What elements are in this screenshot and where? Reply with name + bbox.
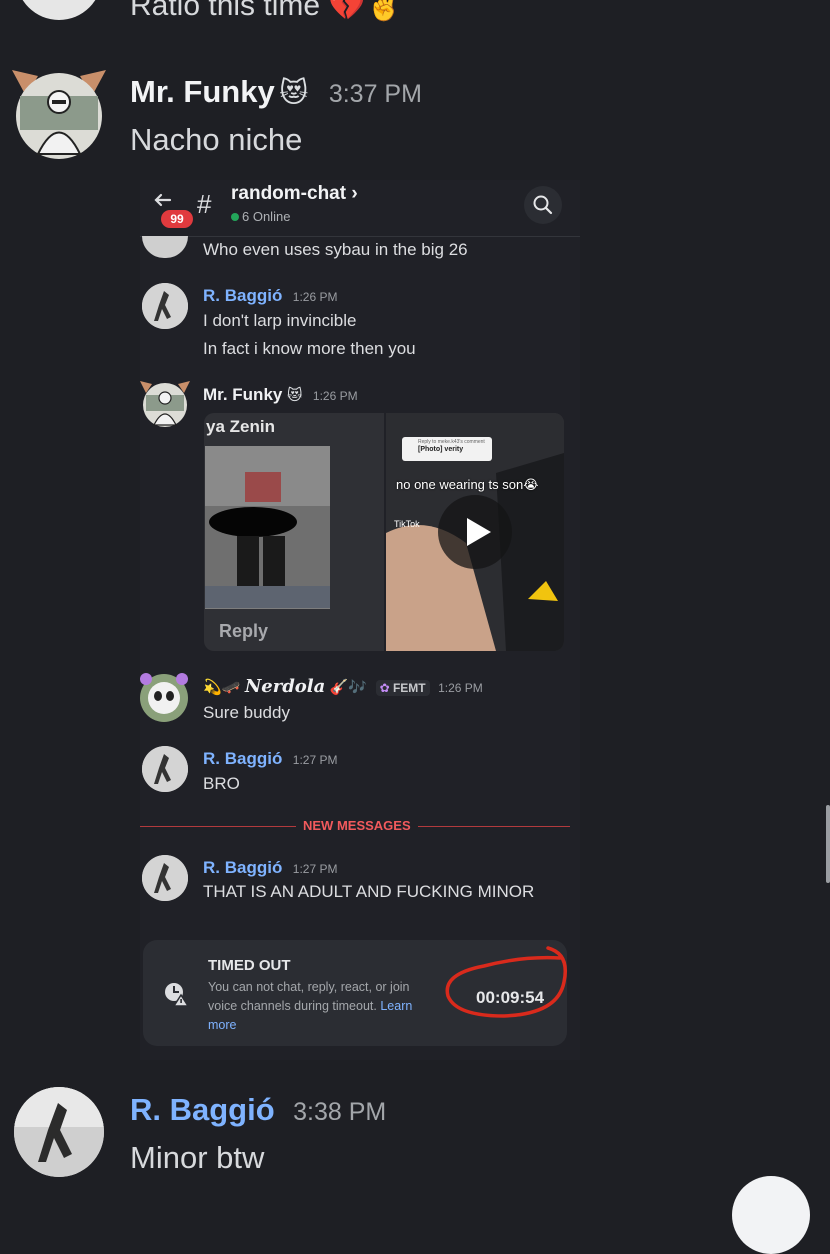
message-header: R. Baggió 1:27 PM [203, 858, 338, 878]
message-text: Ratio this time 💔✌️ [130, 0, 404, 22]
avatar[interactable] [142, 283, 188, 329]
online-count: 6 Online [231, 209, 290, 224]
author-name[interactable]: R. Baggió [130, 1092, 275, 1127]
message-text: In fact i know more then you [203, 339, 416, 358]
name-emoji: 🎸🎶 [329, 679, 368, 696]
message-header: Mr. Funky 😻 1:26 PM [203, 385, 358, 405]
message-time: 1:26 PM [312, 389, 358, 403]
author-name[interactable]: Mr. Funky [130, 74, 275, 109]
online-dot [231, 213, 239, 221]
message-header: R. Baggió 3:38 PM [130, 1092, 386, 1128]
reply-label: Reply [219, 621, 269, 641]
channel-name[interactable]: random-chat › [231, 183, 358, 205]
message-text: THAT IS AN ADULT AND FUCKING MINOR [203, 882, 535, 901]
timeout-clock-icon [161, 978, 191, 1008]
message-time: 3:37 PM [328, 80, 422, 108]
search-button[interactable] [524, 186, 562, 224]
message-time: 3:38 PM [293, 1098, 387, 1126]
name-emoji: 💫🛹 [203, 679, 241, 696]
message-text: BRO [203, 774, 240, 793]
message-time: 1:26 PM [292, 290, 338, 304]
message-header: 💫🛹 Nerdola 🎸🎶 ✿ FEMT 1:26 PM [203, 676, 483, 697]
attachment-caption: ya Zenin [206, 417, 275, 436]
chevron-right-icon: › [351, 183, 358, 204]
author-name[interactable]: Mr. Funky [203, 385, 282, 404]
message-text: Who even uses sybau in the big 26 [203, 240, 468, 259]
author-name[interactable]: R. Baggió [203, 286, 282, 305]
author-name[interactable]: R. Baggió [203, 858, 282, 877]
server-tag[interactable]: ✿ FEMT [375, 680, 430, 696]
author-name[interactable]: Nerdola [245, 676, 325, 697]
message-text: Sure buddy [203, 703, 290, 722]
learn-more-link[interactable]: Learn [380, 999, 412, 1013]
avatar[interactable] [8, 66, 110, 160]
author-name[interactable]: R. Baggió [203, 749, 282, 768]
image-attachment[interactable]: ya Zenin Reply [204, 413, 384, 651]
learn-more-link[interactable]: more [208, 1016, 412, 1035]
message-text: I don't larp invincible [203, 311, 357, 330]
message-time: 1:26 PM [438, 681, 483, 695]
channel-hash-icon: # [197, 189, 212, 219]
message-header: R. Baggió 1:27 PM [203, 749, 338, 769]
avatar[interactable] [16, 0, 102, 20]
new-messages-divider: NEW MESSAGES [296, 818, 418, 833]
play-icon [467, 518, 491, 546]
avatar[interactable] [142, 855, 188, 901]
floating-action-button[interactable] [732, 1176, 810, 1254]
video-attachment[interactable]: Reply to meke.k43's comment [Photo] veri… [386, 413, 564, 651]
avatar[interactable] [142, 746, 188, 792]
tiktok-watermark: TikTok [394, 519, 420, 529]
message-time: 1:27 PM [292, 862, 338, 876]
scrollbar[interactable] [826, 805, 830, 883]
search-icon [533, 195, 553, 215]
message-time: 1:27 PM [292, 753, 338, 767]
message-text: Minor btw [130, 1140, 265, 1175]
video-caption: no one wearing ts son😭 [396, 477, 539, 492]
unread-badge: 99 [161, 210, 193, 228]
timeout-description: You can not chat, reply, react, or join … [208, 978, 412, 1035]
play-button[interactable] [438, 495, 512, 569]
annotation-circle [445, 946, 567, 1018]
author-emoji: 😻 [286, 387, 303, 404]
avatar[interactable] [14, 1087, 104, 1177]
timeout-title: TIMED OUT [208, 957, 291, 974]
reply-chip: Reply to meke.k43's comment [Photo] veri… [402, 437, 492, 461]
header-divider [140, 236, 580, 237]
photo-thumbnail [205, 446, 330, 609]
author-emoji: 😻 [279, 77, 309, 108]
message-header: R. Baggió 1:26 PM [203, 286, 338, 306]
message-text: Nacho niche [130, 122, 303, 157]
avatar[interactable] [138, 379, 192, 429]
message-header: Mr. Funky 😻 3:37 PM [130, 74, 422, 110]
avatar[interactable] [137, 670, 191, 724]
